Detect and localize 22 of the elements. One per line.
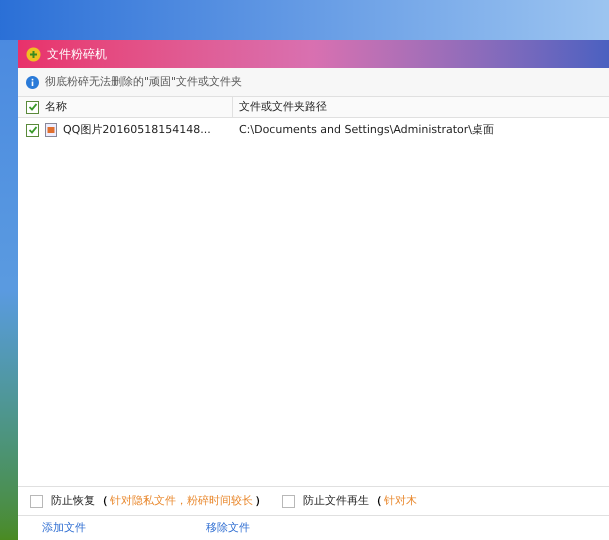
checkbox[interactable] <box>30 494 43 508</box>
file-name: QQ图片20160518154148... <box>63 122 211 138</box>
info-icon <box>26 76 39 88</box>
action-link[interactable]: 添加文件 <box>42 520 86 536</box>
checkbox[interactable] <box>282 494 295 508</box>
image-file-icon <box>45 123 57 137</box>
checkbox[interactable] <box>26 124 39 136</box>
note-bracket: ） <box>255 492 266 509</box>
info-text: 彻底粉碎无法删除的"顽固"文件或文件夹 <box>45 74 242 90</box>
option-note: 针对隐私文件，粉碎时间较长 <box>110 492 253 509</box>
checkbox[interactable] <box>26 100 39 114</box>
plus-icon <box>26 46 41 62</box>
file-path: C:\Documents and Settings\Administrator\桌面 <box>238 122 496 138</box>
option-label: 防止恢复 <box>51 492 95 509</box>
column-header: 名称 <box>45 98 67 115</box>
column-header: 文件或文件夹路径 <box>238 98 328 115</box>
option-label: 防止文件再生 <box>303 492 369 509</box>
action-link[interactable]: 移除文件 <box>206 520 250 536</box>
note-bracket: （ <box>97 492 108 509</box>
window-title: 文件粉碎机 <box>47 46 107 63</box>
option-note: 针对木 <box>384 492 417 509</box>
note-bracket: （ <box>371 492 382 509</box>
